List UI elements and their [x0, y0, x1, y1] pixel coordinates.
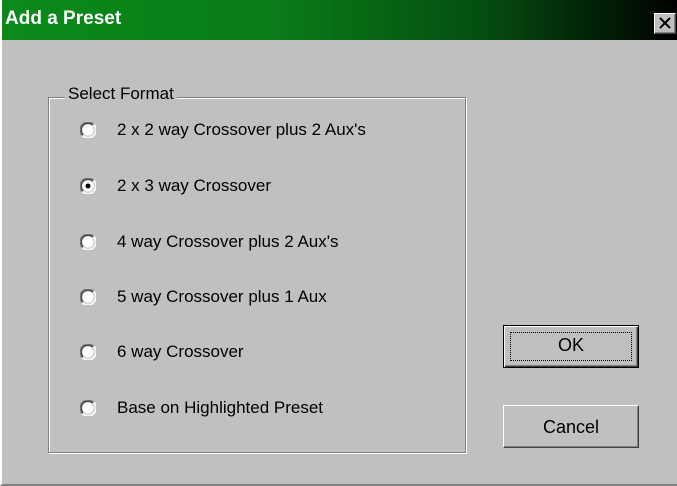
cancel-button-label: Cancel	[542, 417, 600, 437]
radio-button[interactable]	[79, 343, 97, 361]
radio-label: 2 x 3 way Crossover	[117, 176, 271, 195]
radio-option-5-way-crossover[interactable]: 5 way Crossover plus 1 Aux	[79, 285, 327, 309]
cancel-button[interactable]: Cancel	[503, 405, 639, 448]
radio-option-base-on-highlighted-preset[interactable]: Base on Highlighted Preset	[79, 396, 324, 420]
radio-label: 2 x 2 way Crossover plus 2 Aux's	[117, 120, 366, 139]
radio-button[interactable]	[79, 399, 97, 417]
radio-option-2x2-way-crossover[interactable]: 2 x 2 way Crossover plus 2 Aux's	[79, 118, 366, 142]
radio-button[interactable]	[79, 233, 97, 251]
radio-option-4-way-crossover[interactable]: 4 way Crossover plus 2 Aux's	[79, 230, 339, 254]
close-button[interactable]	[654, 13, 676, 34]
radio-button[interactable]	[79, 121, 97, 139]
ok-button[interactable]: OK	[503, 325, 639, 368]
radio-label: Base on Highlighted Preset	[117, 398, 324, 417]
radio-dot	[85, 183, 91, 189]
select-format-label: Select Format	[65, 84, 177, 104]
radio-button[interactable]	[79, 288, 97, 306]
title-bar[interactable]: Add a Preset	[2, 0, 677, 40]
ok-button-label: OK	[557, 335, 584, 355]
radio-button[interactable]	[79, 177, 97, 195]
radio-option-6-way-crossover[interactable]: 6 way Crossover	[79, 340, 244, 364]
radio-option-2x3-way-crossover[interactable]: 2 x 3 way Crossover	[79, 174, 271, 198]
radio-label: 6 way Crossover	[117, 342, 244, 361]
close-icon	[659, 17, 671, 29]
radio-label: 4 way Crossover plus 2 Aux's	[117, 232, 339, 251]
dialog-title: Add a Preset	[5, 8, 122, 29]
radio-label: 5 way Crossover plus 1 Aux	[117, 287, 327, 306]
add-preset-dialog: Add a Preset Select Format 2 x 2 way Cro…	[0, 0, 677, 486]
